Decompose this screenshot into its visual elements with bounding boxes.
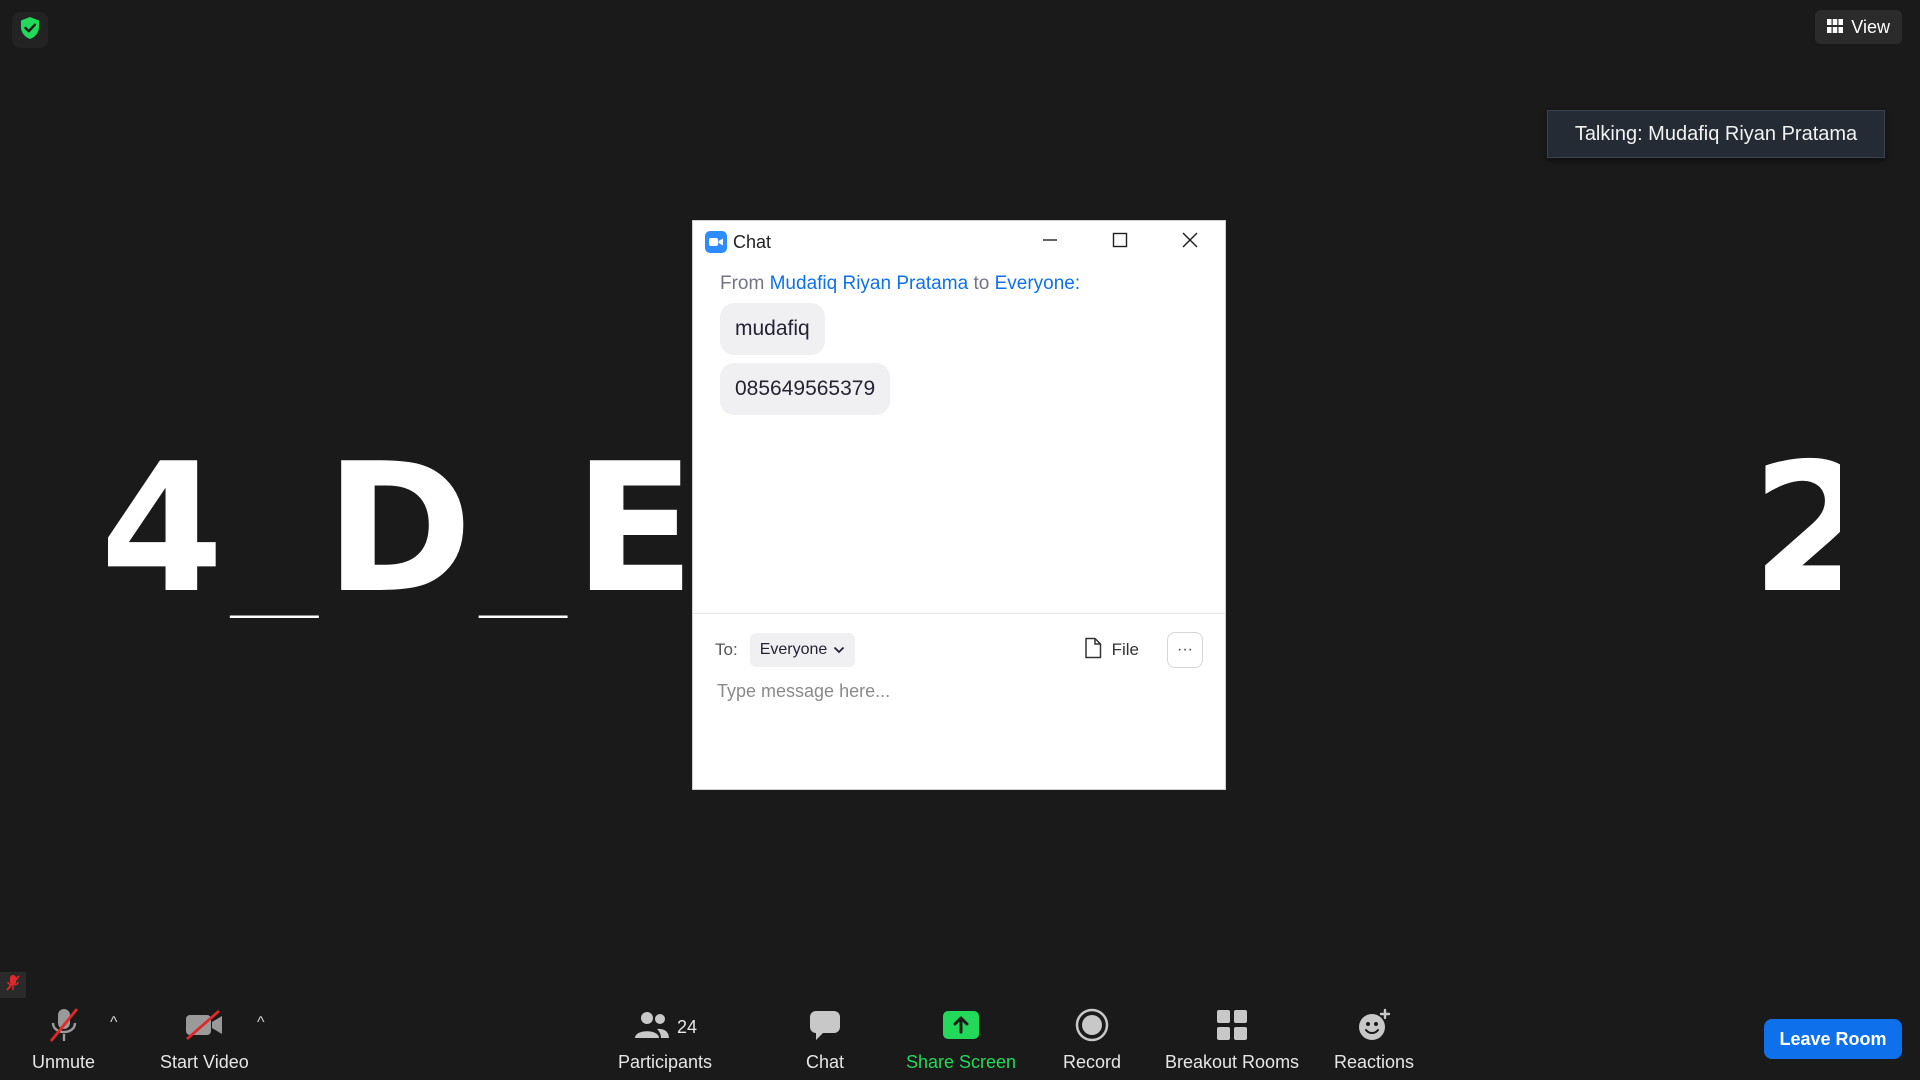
caret-up-icon: ^ xyxy=(257,1014,265,1031)
chat-window: Chat From Mudafiq Riyan Pratama to Every… xyxy=(693,221,1225,789)
leave-room-button[interactable]: Leave Room xyxy=(1764,1019,1902,1059)
recipient-select-value: Everyone xyxy=(759,641,828,658)
unmute-button[interactable]: Unmute xyxy=(32,1007,96,1073)
caret-up-icon: ^ xyxy=(110,1014,118,1031)
record-button[interactable]: Record xyxy=(1063,1008,1121,1073)
audio-options-caret[interactable]: ^ xyxy=(110,1014,118,1032)
participants-count: 24 xyxy=(677,1016,698,1037)
meeting-toolbar: Unmute ^ Start Video ^ 24 Participants C… xyxy=(0,1000,1920,1080)
view-label: View xyxy=(1851,16,1890,37)
chat-messages: From Mudafiq Riyan Pratama to Everyone: … xyxy=(693,263,1225,614)
chat-message[interactable]: 085649565379 xyxy=(720,363,891,415)
record-label: Record xyxy=(1063,1052,1122,1072)
maximize-icon xyxy=(1112,232,1128,253)
chat-button[interactable]: Chat xyxy=(806,1008,844,1073)
minimize-button[interactable] xyxy=(1015,221,1085,263)
maximize-button[interactable] xyxy=(1085,221,1155,263)
from-prefix: From xyxy=(720,273,765,294)
chevron-down-icon xyxy=(833,641,845,659)
video-off-icon xyxy=(184,1009,224,1046)
mic-muted-icon xyxy=(47,1007,81,1048)
chat-message[interactable]: mudafiq xyxy=(720,303,825,355)
self-muted-indicator xyxy=(0,972,26,998)
close-button[interactable] xyxy=(1155,221,1225,263)
chat-titlebar[interactable]: Chat xyxy=(693,221,1225,263)
video-options-caret[interactable]: ^ xyxy=(257,1014,265,1032)
reactions-button[interactable]: Reactions xyxy=(1334,1008,1414,1073)
breakout-rooms-button[interactable]: Breakout Rooms xyxy=(1165,1008,1299,1073)
share-screen-icon xyxy=(942,1010,980,1045)
record-icon xyxy=(1075,1008,1109,1047)
reactions-label: Reactions xyxy=(1334,1052,1415,1072)
chat-bubble-icon xyxy=(808,1009,842,1046)
message-input[interactable] xyxy=(715,680,1207,703)
mic-muted-icon xyxy=(5,974,21,997)
shield-check-icon xyxy=(19,16,41,45)
zoom-logo-icon xyxy=(705,231,727,253)
chat-window-title: Chat xyxy=(733,231,772,252)
more-icon: ··· xyxy=(1177,641,1193,658)
message-header: From Mudafiq Riyan Pratama to Everyone: xyxy=(720,273,1198,295)
more-options-button[interactable]: ··· xyxy=(1167,632,1203,668)
close-icon xyxy=(1181,231,1199,254)
participants-button[interactable]: 24 Participants xyxy=(618,1008,712,1073)
talking-indicator: Talking: Mudafiq Riyan Pratama xyxy=(1547,110,1885,158)
view-button[interactable]: View xyxy=(1815,10,1902,44)
recipient-select[interactable]: Everyone xyxy=(749,633,856,667)
meeting-stage: View Talking: Mudafiq Riyan Pratama 4_D_… xyxy=(0,0,1920,1080)
file-button[interactable]: File xyxy=(1084,637,1139,664)
breakout-rooms-icon xyxy=(1216,1009,1248,1046)
breakout-rooms-label: Breakout Rooms xyxy=(1165,1052,1300,1072)
minimize-icon xyxy=(1042,232,1058,253)
participants-label: Participants xyxy=(618,1052,713,1072)
start-video-button[interactable]: Start Video xyxy=(160,1008,249,1073)
to-word: to xyxy=(973,273,990,294)
encryption-badge[interactable] xyxy=(12,12,48,48)
start-video-label: Start Video xyxy=(160,1052,249,1072)
participants-icon xyxy=(633,1010,671,1045)
share-screen-label: Share Screen xyxy=(906,1052,1017,1072)
chat-label: Chat xyxy=(806,1052,845,1072)
grid-view-icon xyxy=(1827,17,1844,38)
recipient-link[interactable]: Everyone: xyxy=(995,273,1081,294)
chat-compose: To: Everyone File ··· xyxy=(693,614,1225,703)
file-label: File xyxy=(1111,640,1139,659)
to-label: To: xyxy=(715,640,738,659)
reactions-icon xyxy=(1357,1008,1391,1047)
sender-link[interactable]: Mudafiq Riyan Pratama xyxy=(770,273,969,294)
unmute-label: Unmute xyxy=(32,1052,96,1072)
file-icon xyxy=(1084,637,1102,664)
share-screen-button[interactable]: Share Screen xyxy=(906,1008,1016,1073)
